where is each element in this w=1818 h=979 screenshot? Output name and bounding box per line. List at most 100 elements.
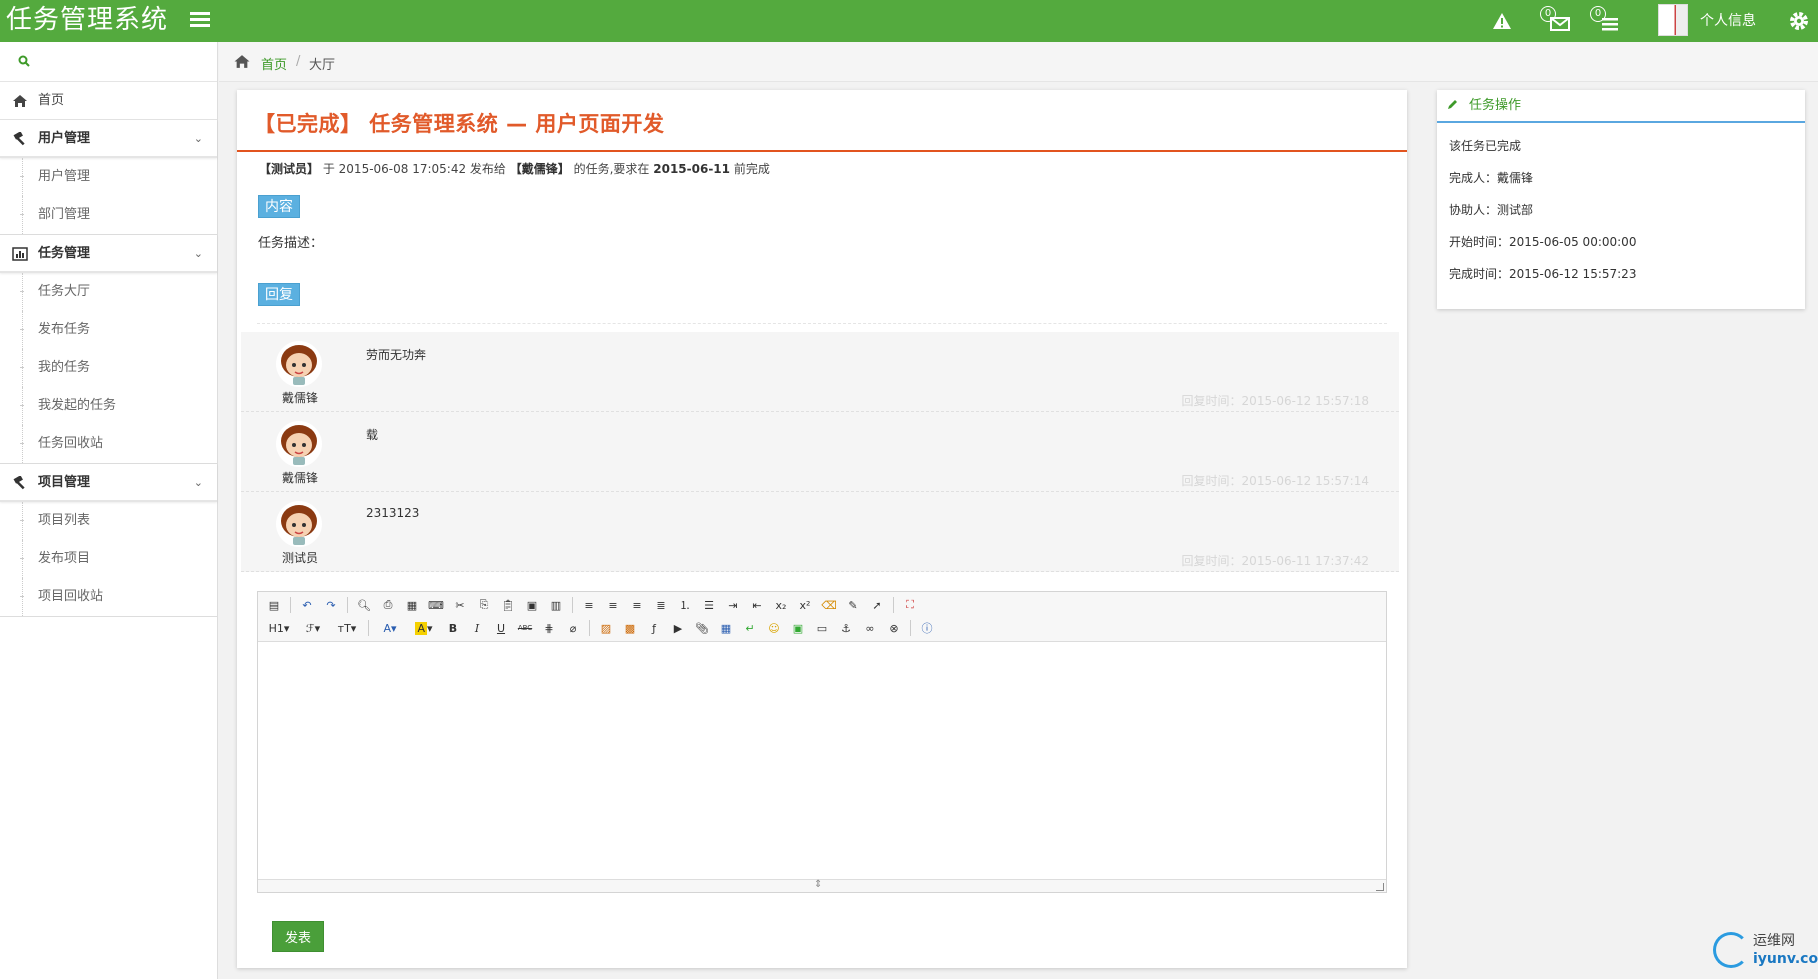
chevron-down-icon: ⌄ — [193, 132, 203, 145]
link-icon[interactable]: ∞ — [860, 619, 880, 637]
sidebar-search[interactable] — [0, 42, 217, 82]
user-info-link[interactable]: 个人信息 — [1700, 10, 1756, 30]
select-all-icon[interactable]: ✎ — [843, 596, 863, 614]
sidebar-item-project-list[interactable]: 项目列表 — [0, 502, 217, 540]
home-icon[interactable] — [233, 54, 251, 69]
editor-content-area[interactable] — [258, 642, 1386, 880]
underline-button[interactable]: U — [491, 619, 511, 637]
outdent-icon[interactable]: ⇤ — [747, 596, 767, 614]
chevron-down-icon: ⌄ — [193, 247, 203, 260]
sidebar-item-project-recycle[interactable]: 项目回收站 — [0, 578, 217, 616]
sidebar-group-user[interactable]: 用户管理 ⌄ — [0, 120, 217, 158]
highlight-color-button[interactable]: A ▾ — [409, 619, 439, 637]
task-start-time: 开始时间：2015-06-05 00:00:00 — [1449, 235, 1637, 249]
task-meta: 【测试员】 于 2015-06-08 17:05:42 发布给 【戴儒锋】 的任… — [259, 160, 770, 177]
avatar — [276, 421, 322, 467]
superscript-icon[interactable]: x² — [795, 596, 815, 614]
align-justify-icon[interactable]: ≣ — [651, 596, 671, 614]
resize-grip-icon[interactable]: ⇕ — [814, 879, 822, 890]
paste-word-icon[interactable]: ▥ — [546, 596, 566, 614]
align-center-icon[interactable]: ≡ — [603, 596, 623, 614]
resize-handle-icon[interactable] — [1376, 883, 1384, 891]
breadcrumb-home-link[interactable]: 首页 — [261, 54, 287, 73]
heading-dropdown[interactable]: H1 ▾ — [264, 619, 294, 637]
font-color-label: A — [383, 621, 391, 635]
sidebar-item-dept-manage[interactable]: 部门管理 — [0, 196, 217, 234]
toolbar-row-2: H1 ▾ ℱ ▾ тT ▾ A ▾ A ▾ B I U ABC ⋕ ⌀ ▨ ▩ ƒ ▶ 📎… — [264, 618, 941, 638]
ordered-list-icon[interactable]: ⒈ — [675, 596, 695, 614]
breadcrumb-current: 大厅 — [309, 58, 336, 73]
insert-file-icon[interactable]: ↵ — [740, 619, 760, 637]
strikethrough-button[interactable]: ABC — [515, 619, 535, 637]
flash-icon[interactable]: ƒ — [644, 619, 664, 637]
pointer-icon[interactable]: ➚ — [867, 596, 887, 614]
reply-author: 戴儒锋 — [281, 391, 318, 405]
pagebreak-icon[interactable]: ▭ — [812, 619, 832, 637]
avatar — [276, 501, 322, 547]
unordered-list-icon[interactable]: ☰ — [699, 596, 719, 614]
sidebar-item-user-manage[interactable]: 用户管理 — [0, 158, 217, 196]
font-size-dropdown[interactable]: тT ▾ — [332, 619, 362, 637]
subscript-icon[interactable]: x₂ — [771, 596, 791, 614]
gear-icon[interactable] — [1788, 10, 1810, 36]
anchor-icon[interactable]: ⚓ — [836, 619, 856, 637]
editor-statusbar: ⇕ — [258, 879, 1386, 892]
image-icon[interactable]: ▨ — [596, 619, 616, 637]
unlink-icon[interactable]: ⊗ — [884, 619, 904, 637]
template-icon[interactable]: ▦ — [402, 596, 422, 614]
app-brand[interactable]: 任务管理系统 — [6, 3, 168, 37]
fullscreen-icon[interactable]: ⛶ — [900, 596, 920, 614]
bold-button[interactable]: B — [443, 619, 463, 637]
sidebar-item-my-initiated[interactable]: 我发起的任务 — [0, 387, 217, 425]
task-publish-time: 于 2015-06-08 17:05:42 发布给 — [322, 162, 506, 176]
mail-icon[interactable]: 0 — [1540, 6, 1570, 36]
menu-toggle-icon[interactable] — [190, 9, 210, 29]
cut-icon[interactable]: ✂ — [450, 596, 470, 614]
font-family-dropdown[interactable]: ℱ ▾ — [298, 619, 328, 637]
task-list-icon[interactable]: 0 — [1590, 6, 1620, 36]
map-icon[interactable]: ▣ — [788, 619, 808, 637]
redo-icon[interactable]: ↷ — [321, 596, 341, 614]
emoticon-icon[interactable]: ☺ — [764, 619, 784, 637]
paste-text-icon[interactable]: ▣ — [522, 596, 542, 614]
attachment-icon[interactable]: 📎︎ — [692, 619, 712, 637]
sidebar-item-publish-project[interactable]: 发布项目 — [0, 540, 217, 578]
clear-format-icon[interactable]: ⌫ — [819, 596, 839, 614]
warning-icon[interactable] — [1488, 6, 1518, 36]
eraser-icon[interactable]: ⌀ — [563, 619, 583, 637]
align-left-icon[interactable]: ≡ — [579, 596, 599, 614]
preview-icon[interactable]: 🔍︎ — [354, 596, 374, 614]
source-icon[interactable]: ▤ — [264, 596, 284, 614]
sidebar-sublist-user: 用户管理 部门管理 — [0, 158, 217, 235]
chevron-down-icon: ⌄ — [193, 476, 203, 489]
reply-item: 戴儒锋 载 回复时间：2015-06-12 15:57:14 — [241, 412, 1399, 492]
watermark-en: iyunv.com — [1753, 951, 1818, 967]
user-menu[interactable]: 个人信息 — [1658, 4, 1756, 36]
sidebar-group-task[interactable]: 任务管理 ⌄ — [0, 235, 217, 273]
code-icon[interactable]: ⌨ — [426, 596, 446, 614]
hr-icon[interactable]: ⋕ — [539, 619, 559, 637]
align-right-icon[interactable]: ≡ — [627, 596, 647, 614]
media-icon[interactable]: ▶ — [668, 619, 688, 637]
sidebar-item-publish-task[interactable]: 发布任务 — [0, 311, 217, 349]
sidebar-item-task-hall[interactable]: 任务大厅 — [0, 273, 217, 311]
sidebar-item-task-recycle[interactable]: 任务回收站 — [0, 425, 217, 463]
font-color-button[interactable]: A ▾ — [375, 619, 405, 637]
help-icon[interactable]: ⓘ — [917, 619, 937, 637]
sidebar-item-my-tasks[interactable]: 我的任务 — [0, 349, 217, 387]
indent-icon[interactable]: ⇥ — [723, 596, 743, 614]
task-status: 该任务已完成 — [1449, 139, 1522, 153]
toolbar-row-1: ▤ ↶ ↷ 🔍︎ ⎙ ▦ ⌨ ✂ ⎘ 📋︎ ▣ ▥ ≡ ≡ ≡ ≣ ⒈ ☰ ⇥ … — [264, 595, 924, 615]
multi-image-icon[interactable]: ▩ — [620, 619, 640, 637]
copy-icon[interactable]: ⎘ — [474, 596, 494, 614]
sidebar-item-home[interactable]: 首页 — [0, 82, 217, 120]
paste-icon[interactable]: 📋︎ — [498, 596, 518, 614]
undo-icon[interactable]: ↶ — [297, 596, 317, 614]
sidebar-group-project[interactable]: 项目管理 ⌄ — [0, 464, 217, 502]
search-icon[interactable] — [18, 55, 30, 67]
print-icon[interactable]: ⎙ — [378, 596, 398, 614]
italic-button[interactable]: I — [467, 619, 487, 637]
submit-reply-button[interactable]: 发表 — [272, 921, 324, 952]
table-icon[interactable]: ▦ — [716, 619, 736, 637]
reply-text: 劳而无功奔 — [366, 348, 427, 362]
